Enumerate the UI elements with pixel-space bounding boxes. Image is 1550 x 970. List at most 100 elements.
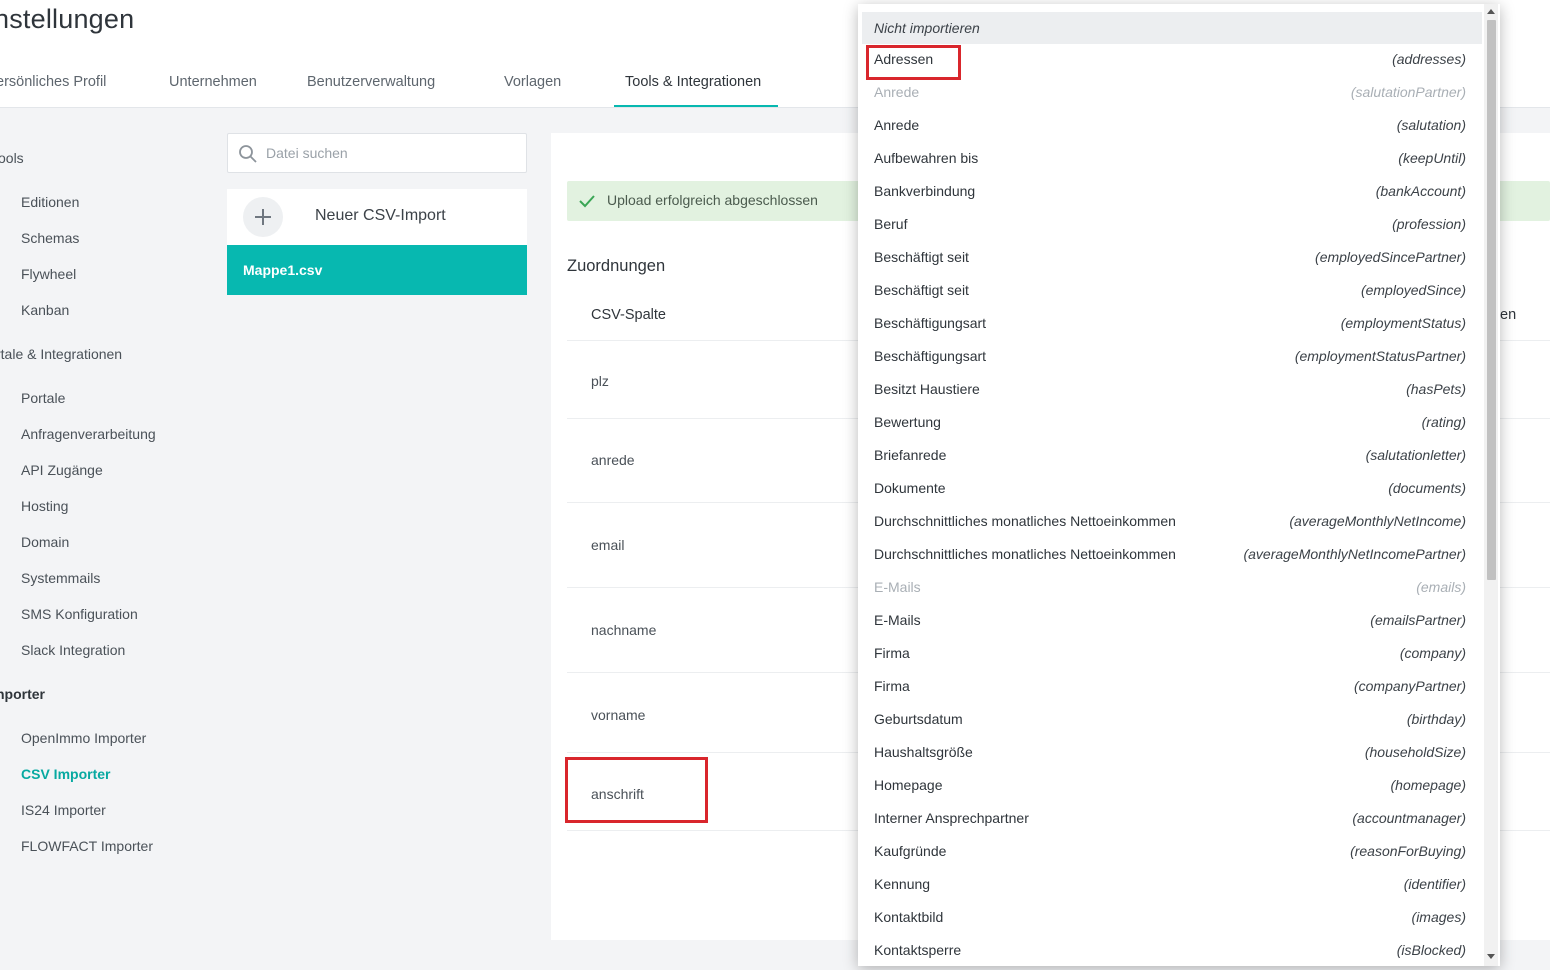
dropdown-option-key: (salutationPartner) — [1350, 84, 1466, 100]
dropdown-option[interactable]: Beschäftigt seit (employedSincePartner) — [874, 242, 1466, 275]
dropdown-option-key: (isBlocked) — [1396, 942, 1466, 958]
sidebar-item-openimmo-importer[interactable]: OpenImmo Importer — [21, 730, 146, 746]
dropdown-option[interactable]: Adressen (addresses) — [874, 44, 1466, 77]
dropdown-option-key: (emailsPartner) — [1370, 612, 1466, 628]
new-csv-import-label: Neuer CSV-Import — [315, 207, 446, 224]
file-search-input[interactable] — [266, 142, 516, 164]
file-name: Mappe1.csv — [243, 262, 323, 278]
dropdown-option-label: Durchschnittliches monatliches Nettoeink… — [874, 513, 1176, 529]
dropdown-option[interactable]: Haushaltsgröße (householdSize) — [874, 737, 1466, 770]
dropdown-option-label: Anrede — [874, 84, 920, 100]
dropdown-option-label: Beschäftigt seit — [874, 282, 969, 298]
dropdown-option-key: (averageMonthlyNetIncomePartner) — [1243, 546, 1466, 562]
dropdown-option-key: (bankAccount) — [1375, 183, 1466, 199]
sidebar-item-kanban[interactable]: Kanban — [21, 302, 69, 318]
dropdown-option[interactable]: Besitzt Haustiere (hasPets) — [874, 374, 1466, 407]
tab-company[interactable]: Unternehmen — [169, 74, 257, 90]
dropdown-option-key: (reasonForBuying) — [1350, 843, 1466, 859]
sidebar-item-systemmails[interactable]: Systemmails — [21, 570, 100, 586]
dropdown-option-key: (images) — [1411, 909, 1466, 925]
dropdown-option[interactable]: Kennung (identifier) — [874, 869, 1466, 902]
dropdown-option[interactable]: Firma (company) — [874, 638, 1466, 671]
dropdown-option-label: Adressen — [874, 51, 934, 67]
sidebar-item-hosting[interactable]: Hosting — [21, 498, 68, 514]
dropdown-option-label: Bankverbindung — [874, 183, 976, 199]
csv-row-email: email — [591, 537, 625, 553]
tab-user-management[interactable]: Benutzerverwaltung — [307, 74, 435, 90]
sidebar-item-slack-integration[interactable]: Slack Integration — [21, 642, 125, 658]
dropdown-option[interactable]: Dokumente (documents) — [874, 473, 1466, 506]
dropdown-option[interactable]: Aufbewahren bis (keepUntil) — [874, 143, 1466, 176]
dropdown-option-key: (profession) — [1392, 216, 1466, 232]
dropdown-option[interactable]: Kontaktsperre (isBlocked) — [874, 935, 1466, 966]
page-title: nstellungen — [0, 4, 135, 34]
sidebar-heading-portals: rtale & Integrationen — [0, 346, 123, 362]
scroll-down-arrow-icon[interactable] — [1487, 954, 1495, 959]
dropdown-option[interactable]: Briefanrede (salutationletter) — [874, 440, 1466, 473]
dropdown-option[interactable]: Firma (companyPartner) — [874, 671, 1466, 704]
dropdown-option[interactable]: Durchschnittliches monatliches Nettoeink… — [874, 539, 1466, 572]
dropdown-option[interactable]: Beschäftigt seit (employedSince) — [874, 275, 1466, 308]
dropdown-option[interactable]: Interner Ansprechpartner (accountmanager) — [874, 803, 1466, 836]
dropdown-option[interactable]: Durchschnittliches monatliches Nettoeink… — [874, 506, 1466, 539]
scroll-up-arrow-icon[interactable] — [1487, 9, 1495, 14]
csv-row-vorname: vorname — [591, 707, 646, 723]
dropdown-option-key: (householdSize) — [1364, 744, 1466, 760]
csv-row-plz: plz — [591, 373, 609, 389]
file-search — [227, 133, 527, 173]
scrollbar-thumb[interactable] — [1487, 20, 1496, 580]
dropdown-scrollbar[interactable] — [1484, 4, 1498, 966]
dropdown-option-label: Kontaktsperre — [874, 942, 962, 958]
sidebar-heading-importer: nporter — [0, 686, 45, 702]
dropdown-option-label: E-Mails — [874, 612, 921, 628]
dropdown-option[interactable]: Geburtsdatum (birthday) — [874, 704, 1466, 737]
sidebar-item-anfragenverarbeitung[interactable]: Anfragenverarbeitung — [21, 426, 156, 442]
file-item-selected[interactable]: Mappe1.csv — [227, 245, 527, 295]
dropdown-option[interactable]: Beruf (profession) — [874, 209, 1466, 242]
dropdown-option-key: (keepUntil) — [1398, 150, 1466, 166]
dropdown-option[interactable]: Homepage (homepage) — [874, 770, 1466, 803]
tab-tools-integrations[interactable]: Tools & Integrationen — [625, 74, 761, 90]
tab-templates[interactable]: Vorlagen — [504, 74, 561, 90]
field-mapping-dropdown[interactable]: Nicht importieren Adressen (addresses) Anr… — [858, 4, 1500, 966]
search-icon — [238, 144, 258, 164]
sidebar-item-api-zugaenge[interactable]: API Zugänge — [21, 462, 103, 478]
dropdown-option[interactable]: Bankverbindung (bankAccount) — [874, 176, 1466, 209]
new-csv-import-button[interactable]: Neuer CSV-Import — [227, 189, 527, 245]
sidebar-item-portale[interactable]: Portale — [21, 390, 65, 406]
sidebar-item-schemas[interactable]: Schemas — [21, 230, 79, 246]
dropdown-option-key: (employmentStatusPartner) — [1294, 348, 1466, 364]
sidebar-item-sms-konfiguration[interactable]: SMS Konfiguration — [21, 606, 138, 622]
dropdown-option-key: (employedSince) — [1360, 282, 1466, 298]
dropdown-option[interactable]: Beschäftigungsart (employmentStatusPartne… — [874, 341, 1466, 374]
dropdown-option-key: (documents) — [1388, 480, 1466, 496]
dropdown-option[interactable]: Kaufgründe (reasonForBuying) — [874, 836, 1466, 869]
plus-icon — [243, 197, 283, 237]
dropdown-option-label: Besitzt Haustiere — [874, 381, 980, 397]
dropdown-option-label: E-Mails — [874, 579, 921, 595]
dropdown-option-label: Haushaltsgröße — [874, 744, 973, 760]
dropdown-option-key: (employedSincePartner) — [1315, 249, 1466, 265]
dropdown-option-label: Kaufgründe — [874, 843, 947, 859]
dropdown-option-none[interactable]: Nicht importieren — [862, 12, 1482, 44]
dropdown-option[interactable]: Anrede (salutation) — [874, 110, 1466, 143]
sidebar-item-is24-importer[interactable]: IS24 Importer — [21, 802, 106, 818]
dropdown-option[interactable]: E-Mails (emailsPartner) — [874, 605, 1466, 638]
dropdown-option[interactable]: Beschäftigungsart (employmentStatus) — [874, 308, 1466, 341]
dropdown-option[interactable]: Kontaktbild (images) — [874, 902, 1466, 935]
dropdown-option-key: (hasPets) — [1406, 381, 1466, 397]
sidebar-item-csv-importer[interactable]: CSV Importer — [21, 766, 110, 782]
dropdown-option-key: (accountmanager) — [1352, 810, 1466, 826]
csv-row-anrede: anrede — [591, 452, 635, 468]
dropdown-option-label: Firma — [874, 678, 910, 694]
column-header-csv: CSV-Spalte — [591, 307, 666, 323]
dropdown-option-label: Durchschnittliches monatliches Nettoeink… — [874, 546, 1176, 562]
sidebar-item-flowfact-importer[interactable]: FLOWFACT Importer — [21, 838, 153, 854]
sidebar-item-flywheel[interactable]: Flywheel — [21, 266, 76, 282]
dropdown-option-key: (employmentStatus) — [1340, 315, 1466, 331]
dropdown-option-label: Anrede — [874, 117, 920, 133]
dropdown-option[interactable]: Bewertung (rating) — [874, 407, 1466, 440]
sidebar-item-domain[interactable]: Domain — [21, 534, 69, 550]
sidebar-item-editionen[interactable]: Editionen — [21, 194, 79, 210]
tab-personal-profile[interactable]: ersönliches Profil — [0, 74, 106, 90]
